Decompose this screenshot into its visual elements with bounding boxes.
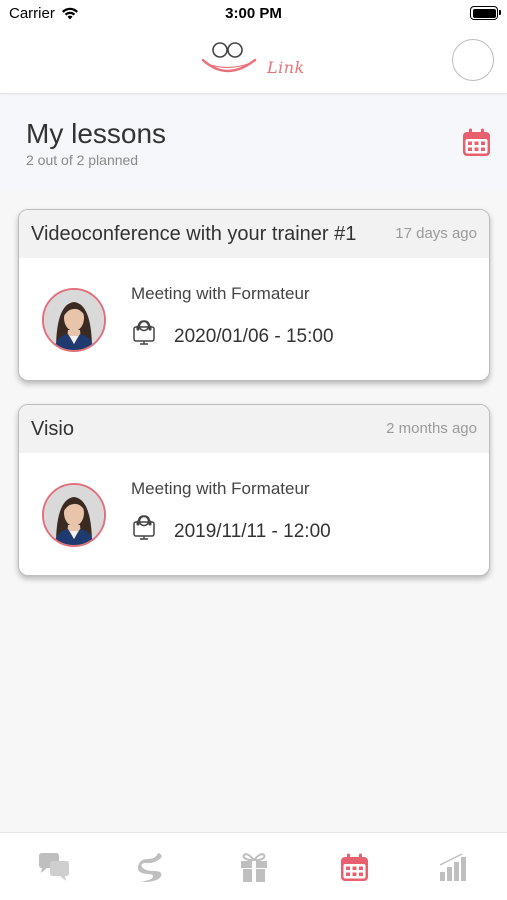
page-header: My lessons 2 out of 2 planned bbox=[0, 95, 507, 191]
page-title: My lessons bbox=[26, 118, 167, 149]
meeting-label: Meeting with Formateur bbox=[131, 479, 310, 498]
tab-gifts[interactable] bbox=[234, 847, 274, 887]
tab-chat[interactable] bbox=[34, 847, 74, 887]
lesson-title: Visio bbox=[31, 418, 74, 440]
status-bar: Carrier 3:00 PM bbox=[0, 0, 507, 30]
chat-bubbles-icon bbox=[39, 853, 69, 881]
calendar-icon bbox=[340, 853, 368, 881]
page-subtitle: 2 out of 2 planned bbox=[26, 152, 139, 168]
bar-chart-icon bbox=[439, 853, 466, 881]
trainer-avatar bbox=[42, 483, 106, 547]
lesson-time-ago: 17 days ago bbox=[395, 225, 477, 242]
tab-lessons[interactable] bbox=[334, 847, 374, 887]
lesson-card-header: Visio 2 months ago bbox=[19, 405, 489, 453]
visio-headset-icon bbox=[133, 515, 155, 540]
battery-icon bbox=[470, 6, 501, 20]
trainer-photo bbox=[44, 290, 104, 350]
meeting-date: 2020/01/06 - 15:00 bbox=[174, 326, 334, 347]
gift-icon bbox=[241, 853, 267, 882]
visio-headset-icon bbox=[133, 320, 155, 345]
tab-bar bbox=[0, 832, 507, 900]
meeting-label: Meeting with Formateur bbox=[131, 284, 310, 303]
calendar-icon[interactable] bbox=[461, 127, 492, 158]
logo-text: Link bbox=[267, 58, 305, 77]
smiley-eyes-logo bbox=[201, 42, 257, 73]
lesson-card[interactable]: Visio 2 months ago Meeting with Formateu… bbox=[18, 404, 490, 576]
trainer-avatar bbox=[42, 288, 106, 352]
tab-path[interactable] bbox=[133, 847, 173, 887]
lesson-card-header: Videoconference with your trainer #1 17 … bbox=[19, 210, 489, 258]
app-header: Link bbox=[0, 30, 507, 94]
tab-stats[interactable] bbox=[435, 847, 475, 887]
lesson-title: Videoconference with your trainer #1 bbox=[31, 223, 357, 245]
status-time: 3:00 PM bbox=[225, 5, 282, 22]
meeting-date: 2019/11/11 - 12:00 bbox=[174, 521, 331, 542]
lesson-time-ago: 2 months ago bbox=[386, 420, 477, 437]
app-logo: Link bbox=[197, 36, 315, 86]
trainer-photo bbox=[44, 485, 104, 545]
road-icon bbox=[137, 853, 162, 882]
profile-button[interactable] bbox=[452, 39, 494, 81]
lesson-card[interactable]: Videoconference with your trainer #1 17 … bbox=[18, 209, 490, 381]
